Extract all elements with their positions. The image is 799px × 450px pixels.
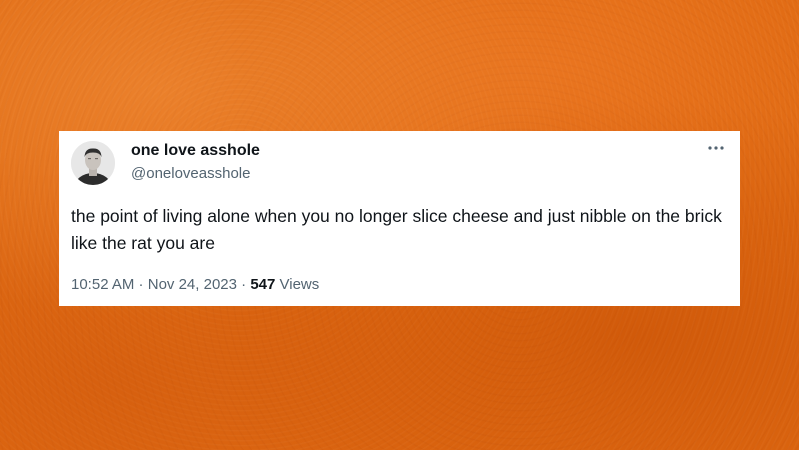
tweet-card[interactable]: one love asshole @oneloveasshole the poi… — [59, 131, 740, 306]
more-horizontal-icon[interactable] — [706, 141, 726, 155]
display-name[interactable]: one love asshole — [131, 141, 260, 161]
user-handle[interactable]: @oneloveasshole — [131, 164, 250, 184]
tweet-date[interactable]: Nov 24, 2023 — [148, 276, 237, 293]
tweet-text: the point of living alone when you no lo… — [71, 206, 722, 253]
avatar[interactable] — [71, 141, 115, 185]
tweet-time[interactable]: 10:52 AM — [71, 276, 134, 293]
views-count: 547 — [250, 276, 276, 293]
tweet-meta: 10:52 AM · Nov 24, 2023 · 547 Views — [71, 275, 319, 295]
views-label: Views — [279, 276, 320, 293]
meta-separator: · — [134, 276, 148, 293]
meta-separator: · — [236, 276, 251, 293]
avatar-photo-icon — [71, 141, 115, 185]
